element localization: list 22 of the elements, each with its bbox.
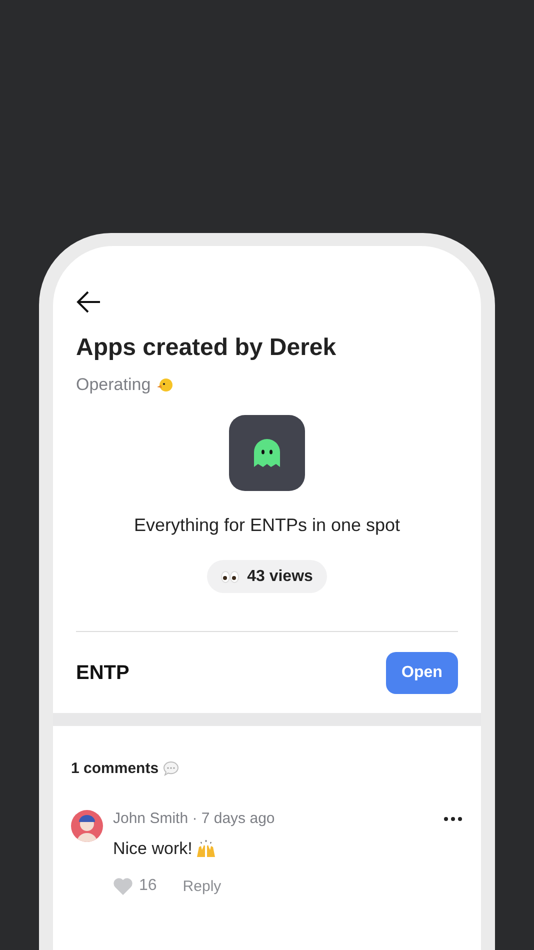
like-button[interactable]: 16 <box>113 877 157 895</box>
open-button[interactable]: Open <box>386 652 458 694</box>
subtitle: Operating <box>76 375 151 395</box>
user-avatar <box>71 810 103 842</box>
app-description: Everything for ENTPs in one spot <box>132 515 402 536</box>
views-count: 43 views <box>247 568 313 586</box>
reply-button[interactable]: Reply <box>182 878 222 894</box>
eyes-icon <box>221 570 240 582</box>
page-title: Apps created by Derek <box>76 334 338 362</box>
back-button[interactable] <box>76 290 102 314</box>
heart-icon <box>113 877 133 895</box>
app-name: ENTP <box>76 662 130 684</box>
duck-icon <box>156 378 173 392</box>
ghost-icon <box>254 439 280 467</box>
more-button[interactable] <box>443 814 463 822</box>
comment-text: Nice work! <box>113 839 192 859</box>
raised-hands-icon <box>196 839 216 859</box>
speech-bubble-icon <box>162 761 179 776</box>
more-icon <box>443 814 463 822</box>
comments-heading: 1 comments <box>71 760 159 777</box>
back-arrow-icon <box>76 290 102 314</box>
comment-meta: John Smith · 7 days ago <box>113 810 275 827</box>
